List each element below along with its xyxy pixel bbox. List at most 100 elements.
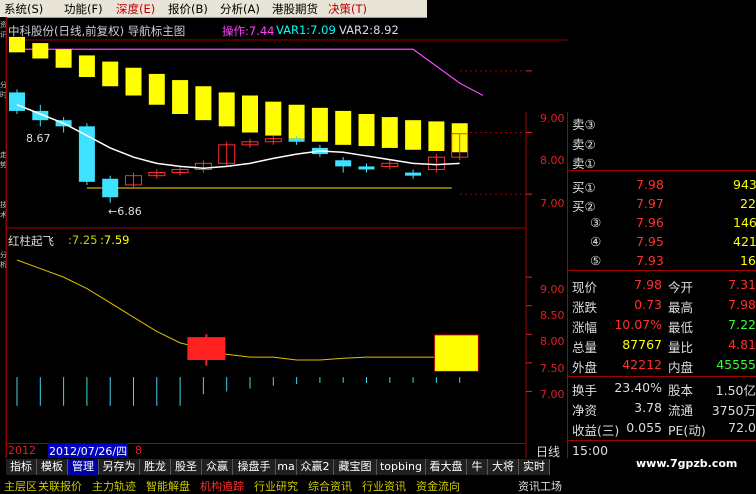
book-stats-divider xyxy=(568,270,756,271)
stat-key: 股本 xyxy=(668,383,694,398)
indicator-curve xyxy=(16,259,460,361)
buy-2-price: 7.97 xyxy=(636,196,664,211)
tab-template[interactable]: 模板 xyxy=(37,459,68,475)
date-next: 8 xyxy=(135,444,142,457)
date-cursor: 2012/07/26/四 xyxy=(48,443,129,459)
sell-1-label: 卖① xyxy=(572,156,596,171)
tab-shenglong[interactable]: 胜龙 xyxy=(140,459,171,475)
info-link[interactable]: 主力轨迹 xyxy=(92,478,136,494)
info-link[interactable]: 主层区 xyxy=(4,478,37,494)
date-start: 2012 xyxy=(8,444,36,457)
candle-body xyxy=(78,126,95,182)
nav-bar xyxy=(381,117,398,148)
nav-bar xyxy=(335,110,352,145)
buy-2-volume: 22 xyxy=(740,196,756,211)
info-link[interactable]: 智能解盘 xyxy=(146,478,190,494)
candle-body xyxy=(288,138,305,142)
tab-niu[interactable]: 牛 xyxy=(467,459,488,475)
nav-bar xyxy=(218,92,235,127)
top-y-tick: 8.00 xyxy=(540,154,565,167)
tab-topbing[interactable]: topbing xyxy=(377,459,426,475)
tab-market-view[interactable]: 看大盘 xyxy=(426,459,467,475)
bottom-y-tick: 9.00 xyxy=(540,283,565,296)
panel-divider xyxy=(567,112,568,458)
stat-key: 现价 xyxy=(572,280,598,295)
tab-save-as[interactable]: 另存为 xyxy=(99,459,140,475)
nav-bar xyxy=(358,114,375,147)
tab-indicator[interactable]: 指标 xyxy=(6,459,37,475)
stat-value: 4.81 xyxy=(728,337,756,352)
stat-key: 涨跌 xyxy=(572,300,598,315)
candle-body xyxy=(9,92,25,111)
stat-key: 最低 xyxy=(668,320,694,335)
bottom-y-tick: 7.00 xyxy=(540,388,565,401)
stat-value: 1.50亿 xyxy=(715,383,756,398)
stat-value: 7.31 xyxy=(728,277,756,292)
top-y-tick: 7.00 xyxy=(540,197,565,210)
bottom-y-tick: 8.50 xyxy=(540,309,565,322)
tab-gusheng[interactable]: 股圣 xyxy=(171,459,202,475)
buy-1-label: 买① xyxy=(572,180,596,195)
stat-key: 量比 xyxy=(668,340,694,355)
chart-canvas[interactable] xyxy=(0,0,568,458)
tab-ma[interactable]: ma xyxy=(276,459,297,475)
nav-bar xyxy=(102,61,119,87)
sell-3-label: 卖③ xyxy=(572,117,596,132)
sell-2-label: 卖② xyxy=(572,137,596,152)
tab-cangbaotu[interactable]: 藏宝图 xyxy=(334,459,377,475)
nav-bar xyxy=(405,120,422,150)
website-watermark: www.7gpzb.com xyxy=(636,457,738,470)
info-link[interactable]: 资金流向 xyxy=(416,478,460,494)
stat-value: 3.78 xyxy=(634,400,662,415)
stats-divider xyxy=(568,376,756,377)
tab-zhongying2[interactable]: 众赢2 xyxy=(297,459,334,475)
buy-1-price: 7.98 xyxy=(636,177,664,192)
tab-realtime[interactable]: 实时 xyxy=(519,459,550,475)
info-link[interactable]: 机构追踪 xyxy=(200,478,244,494)
buy-4-price: 7.95 xyxy=(636,234,664,249)
tab-manage[interactable]: 管理 xyxy=(68,459,99,475)
tab-caopanshou[interactable]: 操盘手 xyxy=(233,459,276,475)
red-block xyxy=(187,337,226,360)
stat-value: 0.73 xyxy=(634,297,662,312)
stat-value: 0.055 xyxy=(626,420,662,435)
nav-bar xyxy=(172,80,189,114)
high-price-mark: 8.67 xyxy=(26,132,51,145)
sell-buy-divider xyxy=(568,170,756,171)
stat-key: 外盘 xyxy=(572,360,598,375)
stat-value: 7.22 xyxy=(728,317,756,332)
info-link[interactable]: 关联报价 xyxy=(38,478,82,494)
stat-key: 内盘 xyxy=(668,360,694,375)
nav-bar xyxy=(428,121,445,151)
info-link[interactable]: 资讯工场 xyxy=(518,478,562,494)
tab-zhongying[interactable]: 众赢 xyxy=(202,459,233,475)
buy-3-volume: 146 xyxy=(733,215,756,230)
buy-3-price: 7.96 xyxy=(636,215,664,230)
buy-2-label: 买② xyxy=(572,199,596,214)
low-price-mark: ←6.86 xyxy=(108,205,142,218)
buy-5-label: ⑤ xyxy=(590,253,602,268)
bottom-y-tick: 8.00 xyxy=(540,335,565,348)
stat-value: 7.98 xyxy=(634,277,662,292)
info-link[interactable]: 行业资讯 xyxy=(362,478,406,494)
stat-value: 72.0 xyxy=(728,420,756,435)
stat-value: 3750万 xyxy=(711,403,756,418)
nav-bar xyxy=(288,104,305,139)
stat-value: 87767 xyxy=(622,337,662,352)
stat-value: 7.98 xyxy=(728,297,756,312)
top-y-tick: 9.00 xyxy=(540,112,565,125)
candle-body xyxy=(335,160,352,167)
candle-body xyxy=(102,178,119,198)
yellow-block xyxy=(433,334,479,372)
info-link[interactable]: 综合资讯 xyxy=(308,478,352,494)
info-link[interactable]: 行业研究 xyxy=(254,478,298,494)
nav-bar xyxy=(9,36,25,53)
buy-4-label: ④ xyxy=(590,234,602,249)
tab-dajiang[interactable]: 大将 xyxy=(488,459,519,475)
clock-time: 15:00 xyxy=(572,443,609,458)
bottom-y-tick: 7.50 xyxy=(540,362,565,375)
buy-3-label: ③ xyxy=(590,215,602,230)
nav-bar xyxy=(32,43,49,59)
nav-bar xyxy=(195,86,212,121)
stat-key: PE(动) xyxy=(668,423,706,438)
